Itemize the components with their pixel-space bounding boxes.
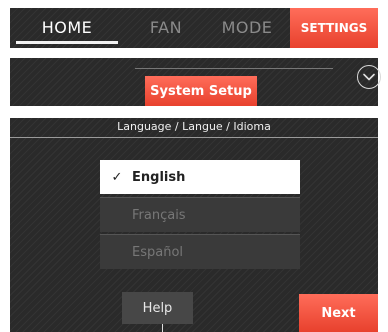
tab-mode[interactable]: MODE [212, 16, 282, 40]
tab-fan[interactable]: FAN [134, 16, 198, 40]
language-option-label: English [132, 169, 186, 185]
language-option-label: Español [132, 244, 184, 260]
menu-item-system-setup[interactable]: System Setup [145, 76, 257, 106]
tab-settings[interactable]: SETTINGS [290, 8, 378, 48]
language-option-french[interactable]: Français [100, 197, 300, 232]
language-option-label: Français [132, 207, 186, 223]
scroll-down-button[interactable] [357, 65, 381, 89]
chevron-down-icon [363, 73, 375, 81]
language-option-spanish[interactable]: Español [100, 234, 300, 269]
screen-title: Language / Langue / Idioma [10, 118, 378, 138]
language-option-english[interactable]: ✓ English [100, 160, 300, 194]
next-button[interactable]: Next [299, 294, 378, 332]
settings-menu-strip: System Setup [10, 58, 381, 106]
help-button[interactable]: Help [122, 292, 193, 324]
active-tab-indicator [16, 41, 118, 44]
top-nav-bar: HOME FAN MODE SETTINGS [10, 8, 378, 48]
tab-home[interactable]: HOME [16, 16, 118, 40]
menu-divider [135, 68, 333, 69]
checkmark-icon: ✓ [111, 169, 123, 185]
language-screen: Language / Langue / Idioma ✓ English Fra… [10, 118, 378, 332]
pointer-line [162, 324, 163, 332]
